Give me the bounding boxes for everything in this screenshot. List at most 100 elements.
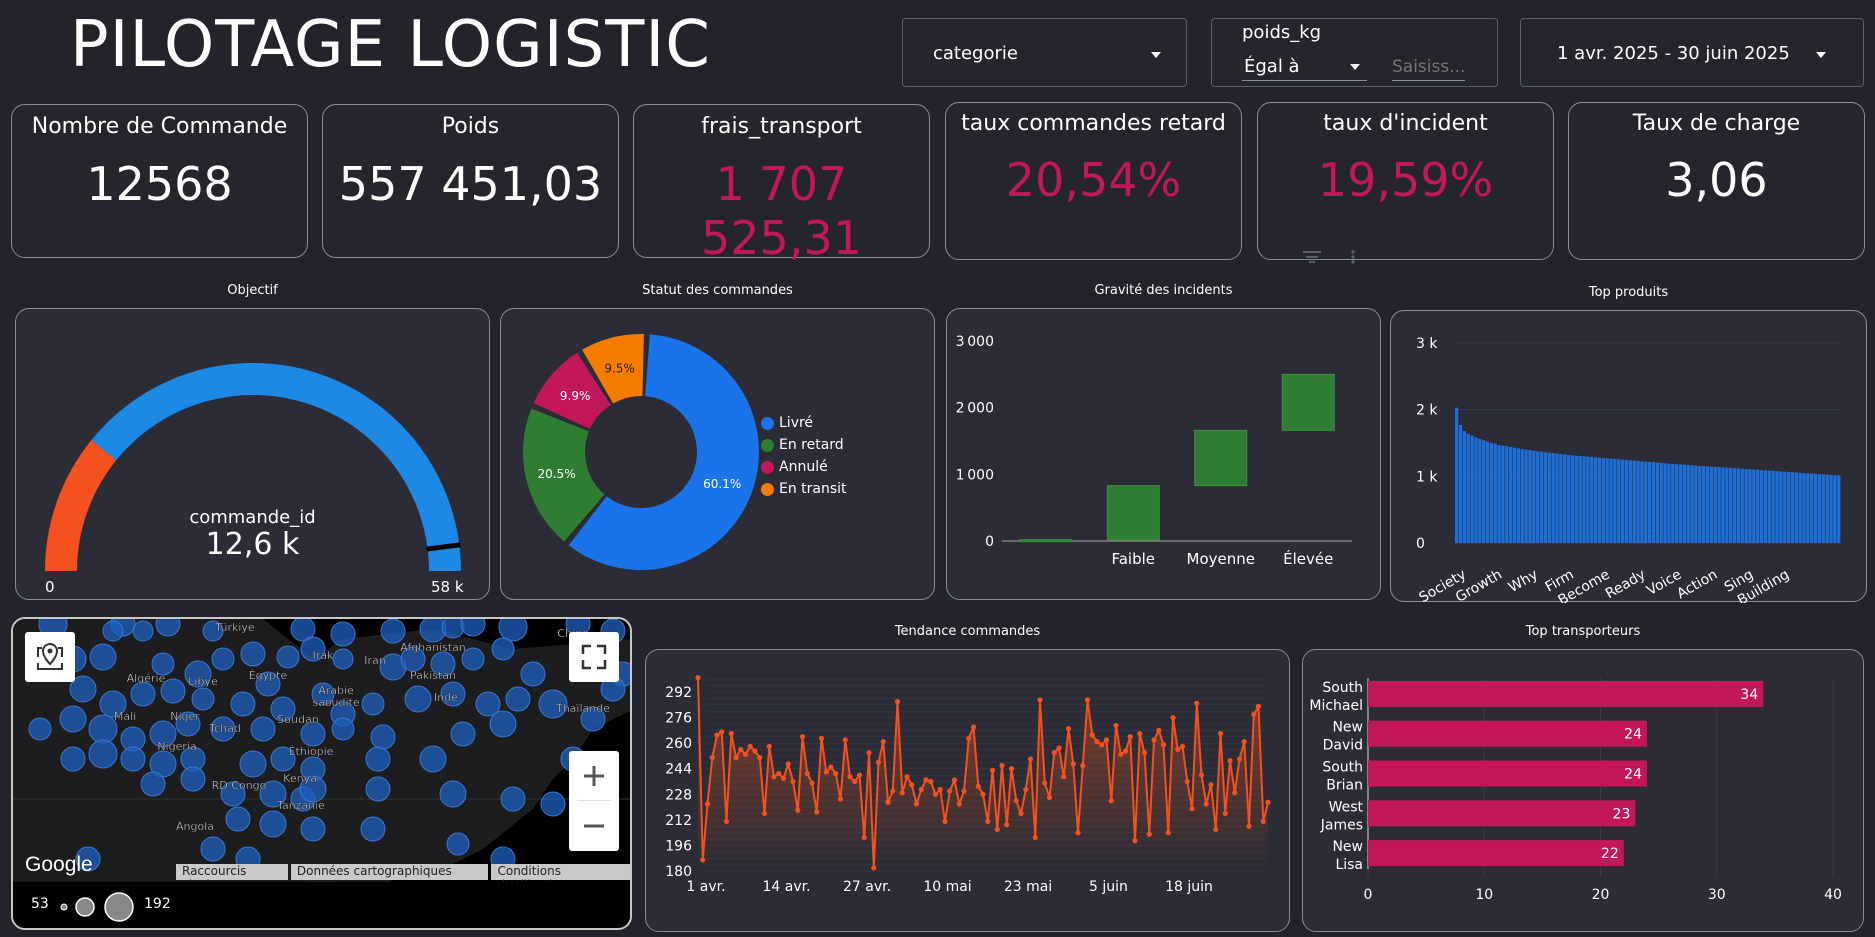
product-bar[interactable] [1779, 471, 1783, 543]
product-bar[interactable] [1763, 470, 1768, 543]
map-bubble[interactable] [276, 645, 300, 669]
trend-point[interactable] [1160, 742, 1167, 748]
trend-point[interactable] [1246, 823, 1252, 829]
product-bar[interactable] [1775, 471, 1779, 543]
product-bar[interactable] [1516, 448, 1521, 543]
map-bubble[interactable] [88, 739, 118, 769]
carrier-bar[interactable] [1368, 680, 1764, 707]
trend-point[interactable] [719, 729, 725, 735]
product-bar[interactable] [1732, 468, 1737, 543]
product-bar[interactable] [1744, 469, 1748, 543]
trend-point[interactable] [1051, 750, 1057, 756]
zoom-in-button[interactable] [569, 751, 619, 801]
more-options-icon[interactable] [1348, 249, 1358, 265]
trend-point[interactable] [1179, 743, 1186, 749]
trend-point[interactable] [804, 770, 810, 777]
product-bar[interactable] [1702, 466, 1706, 543]
fullscreen-button[interactable] [569, 632, 619, 682]
product-bar[interactable] [1705, 466, 1710, 543]
product-bar[interactable] [1601, 458, 1605, 543]
product-bar[interactable] [1682, 464, 1686, 543]
product-bar[interactable] [1694, 465, 1698, 543]
trend-point[interactable] [918, 786, 924, 793]
product-bar[interactable] [1458, 425, 1463, 543]
product-bar[interactable] [1678, 464, 1683, 543]
trend-point[interactable] [1137, 730, 1143, 737]
legend-item-delivered[interactable]: Livré [761, 412, 847, 434]
product-bar[interactable] [1528, 450, 1532, 543]
weight-value-input[interactable] [1392, 53, 1465, 81]
trend-point[interactable] [1217, 730, 1224, 737]
trend-point[interactable] [856, 772, 863, 778]
trend-point[interactable] [1198, 772, 1205, 778]
map-bubble[interactable] [200, 836, 226, 862]
weight-operator-select[interactable]: Égal à [1242, 53, 1367, 81]
product-bar[interactable] [1709, 466, 1714, 543]
trend-point[interactable] [1156, 727, 1162, 733]
product-bar[interactable] [1574, 455, 1578, 543]
map-bubble[interactable] [404, 685, 432, 713]
trend-point[interactable] [785, 761, 791, 767]
product-bar[interactable] [1478, 439, 1482, 543]
trend-point[interactable] [1165, 830, 1171, 836]
map-bubble[interactable] [491, 637, 515, 661]
product-bar[interactable] [1551, 453, 1555, 543]
product-bar[interactable] [1501, 445, 1505, 543]
product-bar[interactable] [1563, 454, 1567, 543]
product-bar[interactable] [1570, 455, 1575, 543]
trend-point[interactable] [894, 698, 901, 705]
trend-point[interactable] [1018, 810, 1024, 817]
trend-point[interactable] [709, 754, 715, 761]
trend-point[interactable] [985, 818, 991, 825]
product-bar[interactable] [1806, 473, 1810, 543]
map-bubble[interactable] [439, 780, 467, 808]
trend-point[interactable] [1023, 786, 1029, 793]
product-bar[interactable] [1659, 463, 1663, 543]
carrier-bar[interactable] [1368, 840, 1624, 867]
trend-point[interactable] [809, 780, 815, 786]
map-bubble[interactable] [225, 806, 251, 832]
product-bar[interactable] [1837, 475, 1841, 543]
product-bar[interactable] [1497, 445, 1501, 543]
product-bar[interactable] [1524, 449, 1528, 543]
product-bar[interactable] [1536, 451, 1540, 543]
trend-point[interactable] [1103, 737, 1110, 743]
product-bar[interactable] [1825, 474, 1829, 543]
trend-point[interactable] [885, 799, 891, 805]
product-bar[interactable] [1698, 465, 1702, 543]
map-bubble[interactable] [380, 619, 406, 644]
trend-point[interactable] [1089, 732, 1095, 738]
map-bubble[interactable] [505, 686, 531, 712]
product-bar[interactable] [1520, 449, 1524, 543]
map-bubble[interactable] [331, 717, 355, 741]
legend-item-in-transit[interactable]: En transit [761, 478, 847, 500]
trend-point[interactable] [1065, 726, 1072, 732]
trend-point[interactable] [752, 748, 758, 754]
trend-point[interactable] [1175, 746, 1181, 753]
product-bar[interactable] [1489, 443, 1493, 543]
trend-point[interactable] [761, 810, 768, 817]
map-bubble[interactable] [28, 717, 52, 741]
product-bar[interactable] [1613, 459, 1617, 543]
product-bar[interactable] [1798, 472, 1802, 543]
trend-point[interactable] [1013, 798, 1019, 804]
map-bubble[interactable] [120, 746, 146, 772]
product-bar[interactable] [1617, 459, 1621, 543]
map-bubble[interactable] [130, 681, 156, 707]
trend-point[interactable] [714, 732, 720, 738]
product-bar[interactable] [1729, 467, 1733, 543]
trend-point[interactable] [909, 782, 915, 788]
trend-point[interactable] [899, 790, 905, 796]
trend-point[interactable] [742, 751, 749, 757]
product-bar[interactable] [1829, 474, 1833, 543]
trend-point[interactable] [871, 865, 877, 871]
trend-point[interactable] [1203, 801, 1209, 807]
trend-point[interactable] [776, 770, 782, 777]
trend-point[interactable] [1042, 780, 1048, 786]
product-bar[interactable] [1559, 454, 1563, 543]
map-bubble[interactable] [332, 648, 354, 670]
trend-point[interactable] [1151, 737, 1157, 743]
map-bubble[interactable] [489, 710, 517, 738]
trend-point[interactable] [947, 788, 953, 794]
map-bubble[interactable] [460, 619, 486, 637]
